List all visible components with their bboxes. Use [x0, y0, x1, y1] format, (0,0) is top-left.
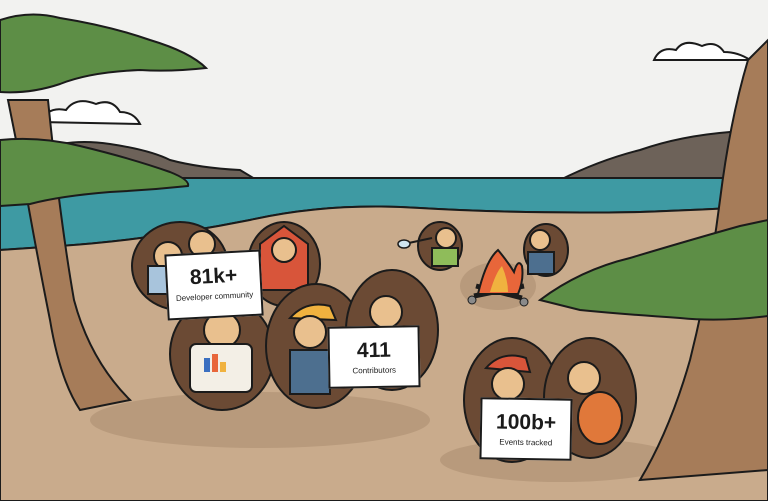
stat-card-contributors: 411 Contributors — [327, 325, 421, 389]
illustration-scene: 81k+ Developer community 411 Contributor… — [0, 0, 768, 501]
stat-label: Developer community — [175, 289, 254, 304]
stat-label: Events tracked — [499, 437, 553, 448]
stat-card-community: 81k+ Developer community — [164, 249, 264, 321]
stat-value: 100b+ — [495, 410, 557, 435]
stat-value: 411 — [356, 338, 392, 363]
beach-background — [0, 0, 768, 501]
stat-card-events: 100b+ Events tracked — [479, 397, 573, 461]
stat-label: Contributors — [352, 365, 397, 376]
hedgehog-icon — [523, 223, 569, 277]
stat-value: 81k+ — [189, 263, 238, 290]
